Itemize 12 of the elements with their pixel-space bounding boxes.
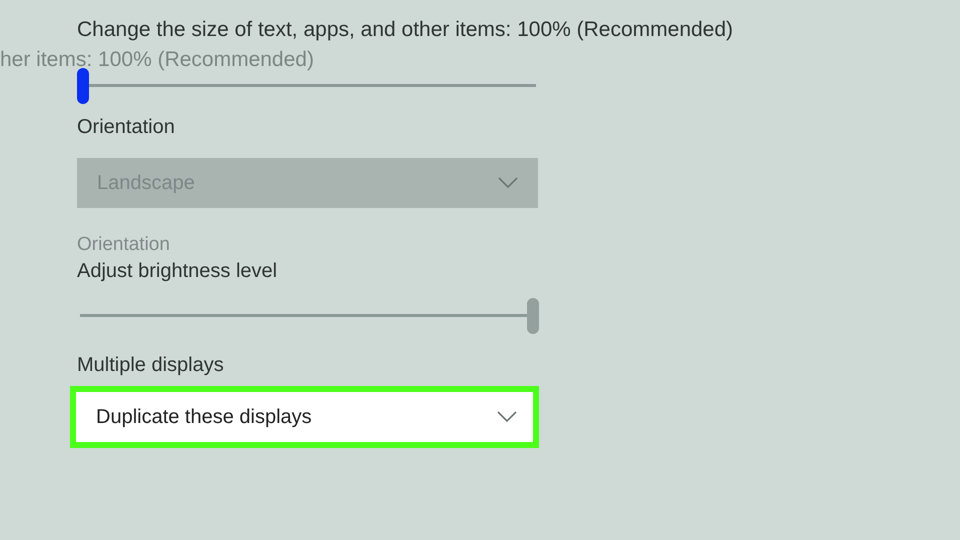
slider[interactable] — [77, 298, 539, 334]
ghost-text: her items: 100% (Recommended) — [0, 47, 314, 73]
slider-thumb[interactable] — [527, 298, 539, 334]
brightness-label: Adjust brightness level — [77, 258, 278, 284]
orientation-label: Orientation — [77, 114, 176, 140]
displays-dropdown[interactable]: Duplicate these displays — [70, 386, 539, 448]
chevron-down-icon — [498, 176, 518, 188]
ghost-text: Orientation — [77, 234, 171, 256]
multiple-displays-label: Multiple displays — [77, 352, 225, 378]
chevron-down-icon — [497, 410, 517, 422]
scale-label: Change the size of text, apps, and other items: 100% (Recommended) — [77, 17, 734, 43]
slider-thumb[interactable] — [77, 68, 89, 104]
